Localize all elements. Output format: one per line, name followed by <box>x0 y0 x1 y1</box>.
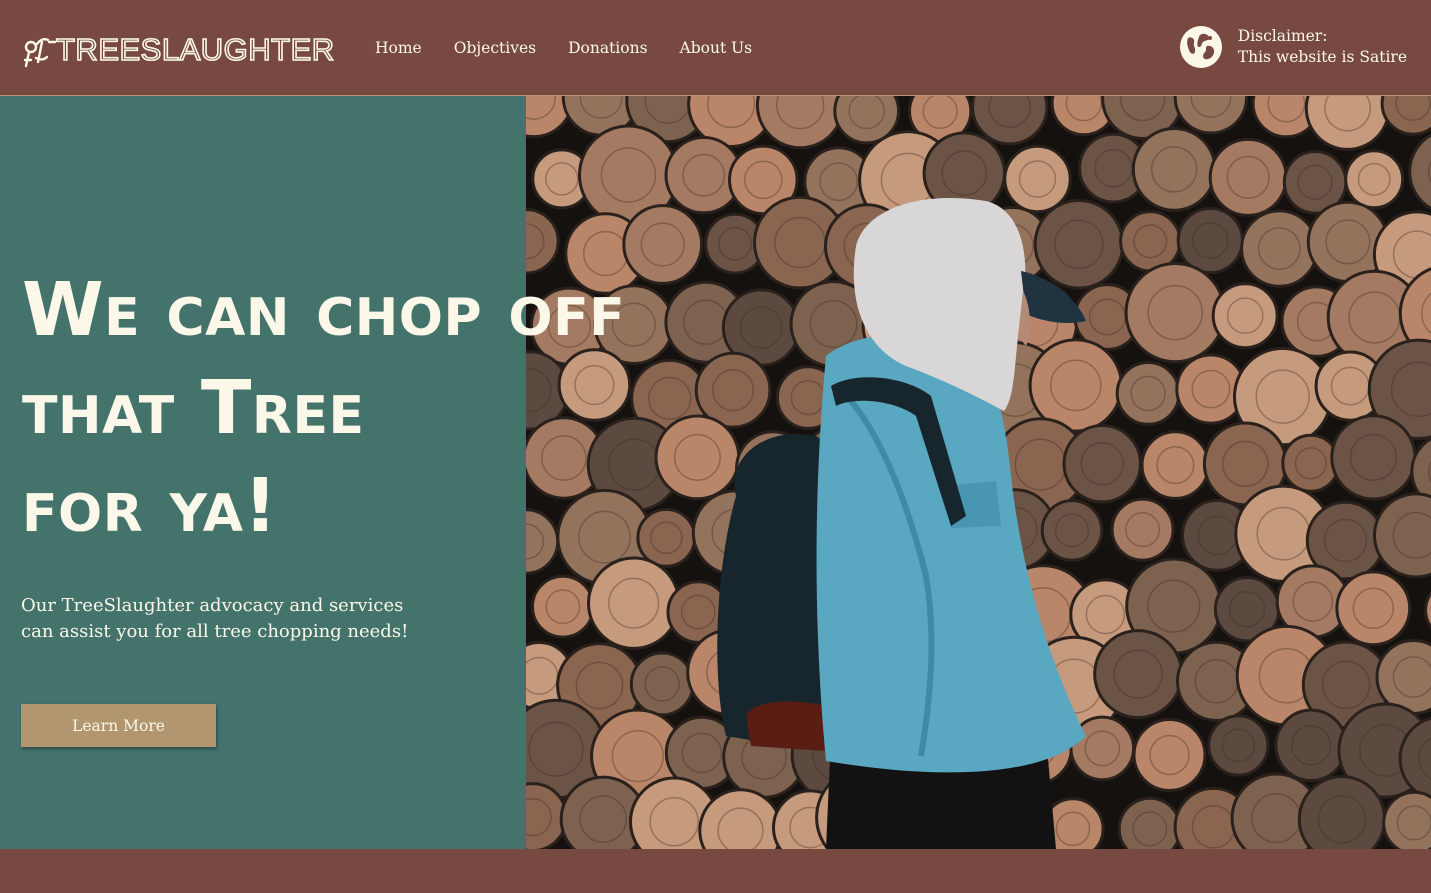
hero-subtext: Our TreeSlaughter advocacy and services … <box>21 595 409 642</box>
learn-more-button[interactable]: Learn More <box>21 704 216 747</box>
headline-line-3: for ya! <box>22 463 278 549</box>
headline-line-2: that Tree <box>22 365 365 451</box>
hero-section: We can chop off that Tree for ya! Our Tr… <box>0 96 1431 849</box>
disclaimer-body: This website is Satire <box>1237 48 1407 66</box>
disclaimer: Disclaimer: This website is Satire <box>1179 26 1407 68</box>
nav-donations[interactable]: Donations <box>568 38 647 58</box>
tree-axe-icon <box>23 38 56 68</box>
nav-objectives[interactable]: Objectives <box>454 38 536 58</box>
main-nav: Home Objectives Donations About Us <box>375 38 784 58</box>
site-header: TREESLAUGHTER Home Objectives Donations … <box>0 0 1431 96</box>
footer-band <box>0 849 1431 893</box>
disclaimer-title: Disclaimer: <box>1237 27 1328 45</box>
brand-name: TREESLAUGHTER <box>55 31 335 68</box>
nav-about-us[interactable]: About Us <box>680 38 753 58</box>
site-logo[interactable]: TREESLAUGHTER <box>22 30 335 70</box>
globe-icon <box>1179 26 1222 68</box>
hero-headline: We can chop off that Tree for ya! <box>22 261 822 555</box>
nav-home[interactable]: Home <box>375 38 422 58</box>
headline-line-1: We can chop off <box>22 267 626 353</box>
